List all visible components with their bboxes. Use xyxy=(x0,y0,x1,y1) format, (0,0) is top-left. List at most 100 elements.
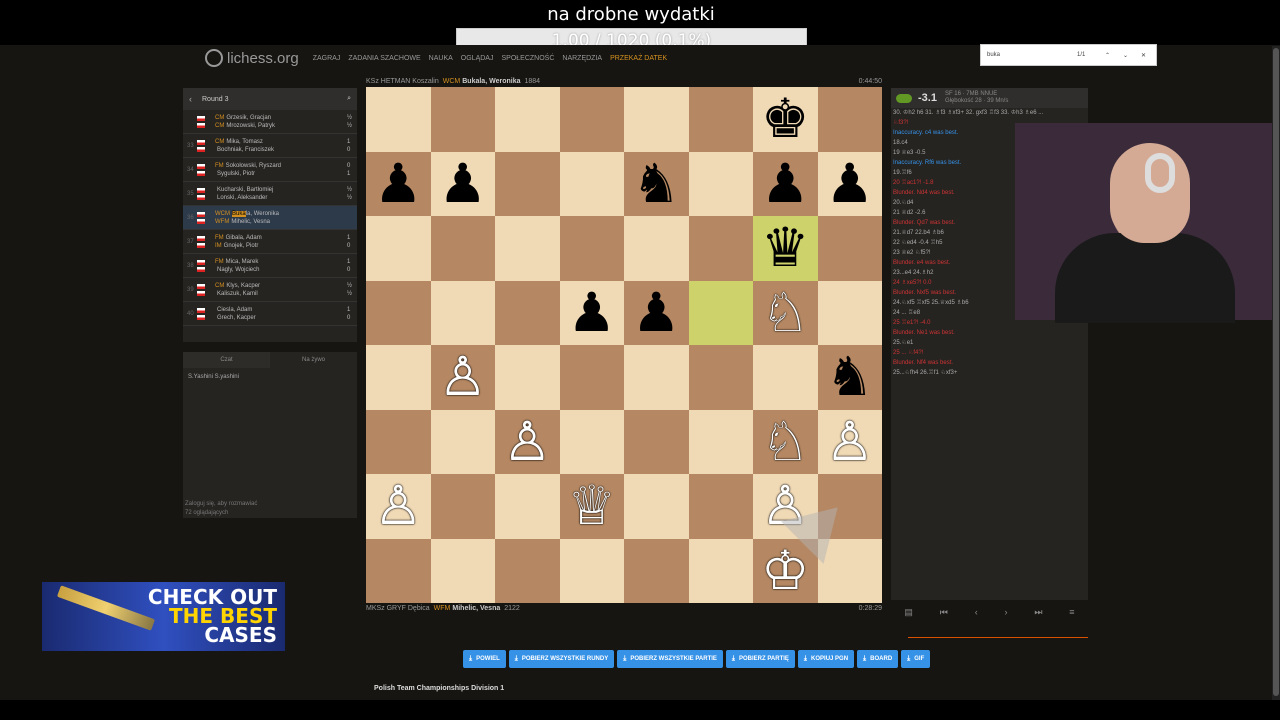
board-square[interactable] xyxy=(624,409,689,474)
black-piece[interactable]: ♟ xyxy=(439,156,487,211)
board-square[interactable] xyxy=(430,216,495,281)
black-piece[interactable]: ♟ xyxy=(568,285,616,340)
white-piece[interactable]: ♘ xyxy=(761,414,809,469)
nav-community[interactable]: SPOŁECZNOŚĆ xyxy=(501,55,554,62)
pairing-row[interactable]: 37 FM Gibala, Adam IM Gnojek, Piotr 1 0 xyxy=(183,230,357,254)
board-square[interactable] xyxy=(430,538,495,603)
board-square[interactable]: ♞ xyxy=(817,345,882,410)
board-square[interactable] xyxy=(688,151,753,216)
pairing-row[interactable]: 33 CM Mika, Tomasz Bochniak, Franciszek 1 0 xyxy=(183,134,357,158)
black-piece[interactable]: ♟ xyxy=(632,285,680,340)
nav-tools[interactable]: NARZĘDZIA xyxy=(562,55,602,62)
board-square[interactable] xyxy=(430,280,495,345)
find-next-icon[interactable]: ⌄ xyxy=(1123,52,1128,59)
export-button[interactable]: ⤓ GIF xyxy=(901,650,931,668)
white-piece[interactable]: ♙ xyxy=(503,414,551,469)
find-prev-icon[interactable]: ⌃ xyxy=(1105,52,1110,59)
pairing-row[interactable]: CM Grzesik, Gracjan CM Mrozowski, Patryk ½ ½ xyxy=(183,110,357,134)
export-button[interactable]: ⤓ KOPIUJ PGN xyxy=(797,650,855,668)
board-square[interactable]: ♟ xyxy=(753,151,818,216)
board-square[interactable]: ♚ xyxy=(753,87,818,152)
board-square[interactable]: ♙ xyxy=(817,409,882,474)
board-square[interactable] xyxy=(688,345,753,410)
move-line[interactable]: 25.♘e1 xyxy=(891,338,1088,348)
board-square[interactable] xyxy=(559,409,624,474)
find-close-icon[interactable]: ✕ xyxy=(1141,52,1146,59)
prev-move-icon[interactable]: ‹ xyxy=(975,607,978,617)
white-piece[interactable]: ♙ xyxy=(374,479,422,533)
board-square[interactable]: ♕ xyxy=(559,474,624,539)
board-square[interactable] xyxy=(559,345,624,410)
board-square[interactable] xyxy=(430,409,495,474)
board-square[interactable] xyxy=(688,409,753,474)
search-icon[interactable]: ⌕ xyxy=(347,95,351,103)
next-move-icon[interactable]: › xyxy=(1005,607,1008,617)
board-square[interactable] xyxy=(624,345,689,410)
board-square[interactable] xyxy=(495,216,560,281)
nav-learn[interactable]: NAUKA xyxy=(429,55,453,62)
board-square[interactable] xyxy=(559,151,624,216)
board-square[interactable]: ♟ xyxy=(366,151,431,216)
board-square[interactable] xyxy=(495,280,560,345)
black-piece[interactable]: ♟ xyxy=(374,156,422,211)
black-piece[interactable]: ♞ xyxy=(826,350,874,404)
board-square[interactable] xyxy=(495,87,560,152)
black-piece[interactable]: ♞ xyxy=(632,156,680,211)
board-square[interactable] xyxy=(559,87,624,152)
board-square[interactable] xyxy=(688,216,753,281)
board-square[interactable]: ♙ xyxy=(430,345,495,410)
login-prompt[interactable]: Zaloguj się, aby rozmawiać xyxy=(185,500,257,509)
board-square[interactable] xyxy=(817,216,882,281)
scrollbar-thumb[interactable] xyxy=(1273,48,1279,696)
white-piece[interactable]: ♔ xyxy=(761,543,809,598)
board-square[interactable] xyxy=(624,216,689,281)
pairing-row[interactable]: 34 FM Sokołowski, Ryszard Sygulski, Piotr 0 1 xyxy=(183,158,357,182)
nav-donate[interactable]: PRZEKAŻ DATEK xyxy=(610,55,667,62)
board-square[interactable] xyxy=(366,280,431,345)
board-square[interactable] xyxy=(688,538,753,603)
board-square[interactable]: ♟ xyxy=(559,280,624,345)
black-piece[interactable]: ♚ xyxy=(761,92,809,146)
bottom-name[interactable]: Mihelic, Vesna xyxy=(452,605,500,612)
board-square[interactable] xyxy=(366,345,431,410)
pairing-row[interactable]: 36 WCM Bukala, Weronika WFM Mihelic, Vesna xyxy=(183,206,357,230)
chevron-left-icon[interactable]: ‹ xyxy=(189,94,192,104)
board-square[interactable]: ♟ xyxy=(624,280,689,345)
white-piece[interactable]: ♙ xyxy=(439,350,487,404)
board-square[interactable]: ♟ xyxy=(817,151,882,216)
export-button[interactable]: ⤓ BOARD xyxy=(857,650,899,668)
pairing-row[interactable]: 38 FM Mica, Marek Nagly, Wojciech 1 0 xyxy=(183,254,357,278)
board-square[interactable]: ♘ xyxy=(753,280,818,345)
nav-puzzles[interactable]: ZADANIA SZACHOWE xyxy=(348,55,420,62)
black-piece[interactable]: ♛ xyxy=(761,221,809,275)
board-square[interactable]: ♙ xyxy=(366,474,431,539)
menu-icon[interactable]: ≡ xyxy=(1069,607,1074,617)
board-square[interactable] xyxy=(624,474,689,539)
board-square[interactable]: ♞ xyxy=(624,151,689,216)
board-square[interactable] xyxy=(430,87,495,152)
board-square[interactable]: ♛ xyxy=(753,216,818,281)
nav-watch[interactable]: OGLĄDAJ xyxy=(461,55,494,62)
board-square[interactable] xyxy=(366,216,431,281)
export-button[interactable]: ⤓ POWIEL xyxy=(463,650,506,668)
board-square[interactable] xyxy=(366,87,431,152)
board-square[interactable] xyxy=(688,474,753,539)
move-line[interactable]: Blunder. Ne1 was best. xyxy=(891,328,1088,338)
board-square[interactable] xyxy=(495,538,560,603)
find-input[interactable]: buka xyxy=(987,52,1000,58)
book-icon[interactable]: ▤ xyxy=(904,607,913,618)
board-square[interactable] xyxy=(559,538,624,603)
board-square[interactable]: ♘ xyxy=(753,409,818,474)
tab-chat[interactable]: Czat xyxy=(183,352,270,368)
move-line[interactable]: 25...♘fh4 26.♖f1 ♘xf3+ xyxy=(891,368,1088,378)
move-line[interactable]: Blunder. Nf4 was best. xyxy=(891,358,1088,368)
board-square[interactable] xyxy=(366,538,431,603)
board-square[interactable]: ♙ xyxy=(495,409,560,474)
board-square[interactable] xyxy=(430,474,495,539)
board-square[interactable] xyxy=(559,216,624,281)
pairing-row[interactable]: 39 CM Klys, Kacper Kaliszuk, Kamil ½ ½ xyxy=(183,278,357,302)
white-piece[interactable]: ♘ xyxy=(761,285,809,340)
pairing-row[interactable]: 40 Ciesla, Adam Grech, Kacper 1 0 xyxy=(183,302,357,326)
nav-play[interactable]: ZAGRAJ xyxy=(313,55,341,62)
black-piece[interactable]: ♟ xyxy=(826,156,874,211)
